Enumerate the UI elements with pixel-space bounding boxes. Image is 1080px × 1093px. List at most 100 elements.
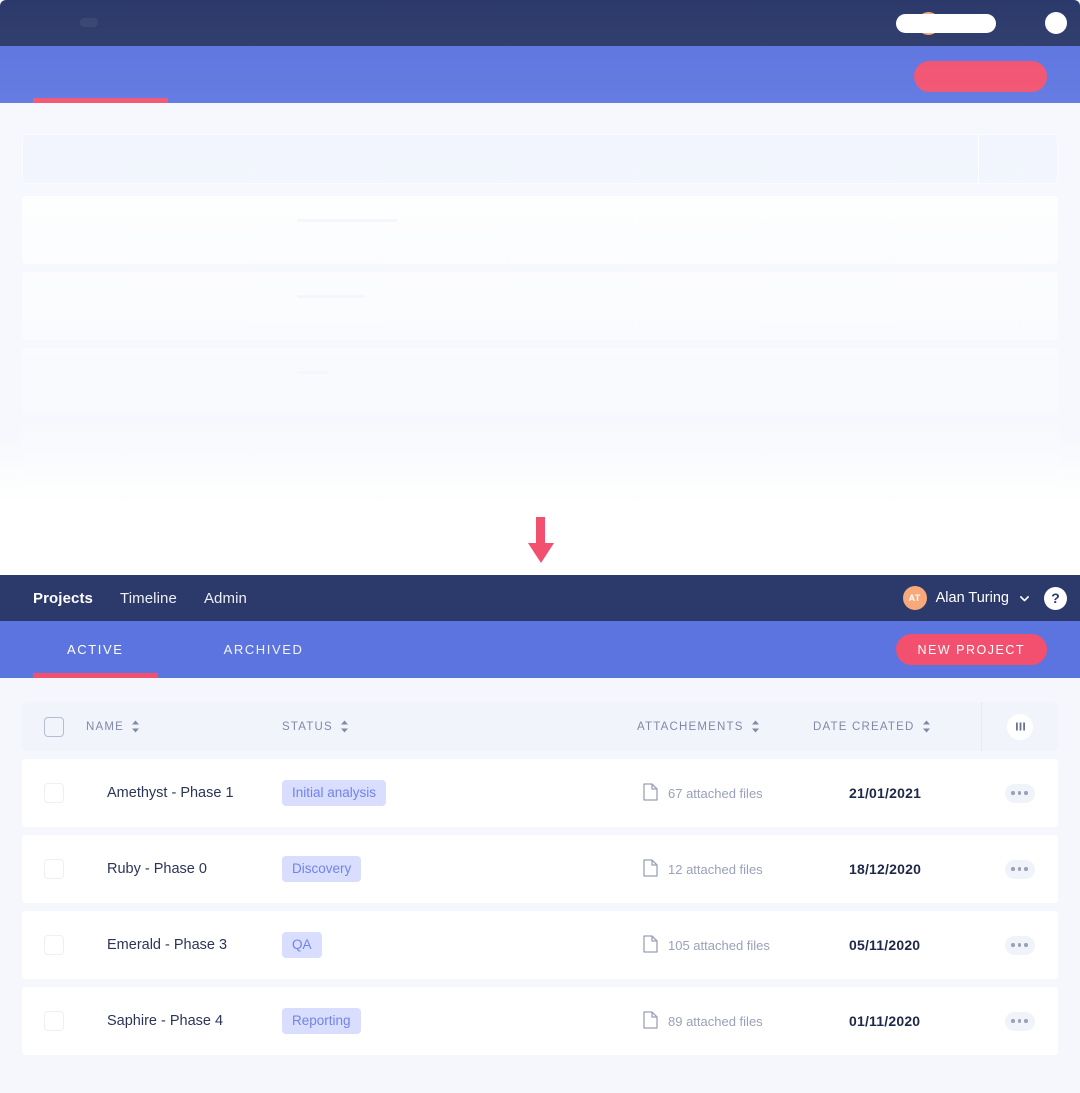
user-menu[interactable]: AT Alan Turing — [902, 586, 1031, 610]
skeleton-table-row — [22, 196, 1058, 264]
file-icon — [643, 1010, 658, 1032]
table-header-row: NAME STATUS ATTACHEMENTS DATE CREATED — [22, 702, 1058, 751]
skeleton-logo — [80, 18, 98, 27]
cell-attachments: 67 attached files — [637, 782, 813, 804]
primary-nav: Projects Timeline Admin — [33, 590, 247, 607]
skeleton-subnav — [0, 46, 1080, 103]
row-actions-cell — [981, 769, 1058, 818]
top-navbar: Projects Timeline Admin AT Alan Turing ? — [0, 575, 1080, 621]
new-project-button[interactable]: NEW PROJECT — [895, 634, 1047, 665]
column-header-status[interactable]: STATUS — [282, 720, 637, 733]
row-checkbox[interactable] — [44, 859, 64, 879]
cell-status: Discovery — [282, 856, 637, 882]
sub-tabs: ACTIVE ARCHIVED — [0, 621, 338, 678]
skeleton-line — [297, 219, 397, 222]
cell-date-created: 18/12/2020 — [849, 861, 922, 877]
cell-status: Initial analysis — [282, 780, 637, 806]
row-more-options-icon[interactable] — [1004, 1011, 1035, 1031]
table-row[interactable]: Saphire - Phase 4 Reporting 89 attached … — [22, 987, 1058, 1055]
navbar-right: AT Alan Turing ? — [902, 586, 1067, 610]
sub-navbar: ACTIVE ARCHIVED NEW PROJECT — [0, 621, 1080, 678]
column-header-name[interactable]: NAME — [86, 720, 282, 733]
projects-table: NAME STATUS ATTACHEMENTS DATE CREATED Am… — [0, 678, 1080, 1055]
nav-link-projects[interactable]: Projects — [33, 590, 93, 607]
row-select-cell — [22, 783, 86, 803]
cell-project-name: Amethyst - Phase 1 — [107, 785, 234, 801]
skeleton-navbar — [0, 0, 1080, 46]
row-actions-cell — [981, 997, 1058, 1046]
cell-attachments: 89 attached files — [637, 1010, 813, 1032]
skeleton-header-tail — [979, 135, 1057, 183]
cell-attachments: 105 attached files — [637, 934, 813, 956]
status-badge: QA — [282, 932, 322, 958]
select-all-checkbox[interactable] — [44, 716, 64, 737]
attachments-label: 67 attached files — [668, 785, 763, 801]
row-more-options-icon[interactable] — [1004, 783, 1035, 803]
attachments-label: 89 attached files — [668, 1013, 763, 1029]
status-badge: Initial analysis — [282, 780, 387, 806]
column-header-attachments[interactable]: ATTACHEMENTS — [637, 720, 813, 733]
file-icon — [643, 934, 658, 956]
column-header-date-created[interactable]: DATE CREATED — [813, 720, 981, 733]
page-root: Projects Timeline Admin AT Alan Turing ?… — [0, 0, 1080, 1093]
sort-icon[interactable] — [922, 720, 931, 733]
column-header-date-created-label: DATE CREATED — [813, 720, 915, 733]
tab-active[interactable]: ACTIVE — [33, 621, 158, 678]
attachments-label: 105 attached files — [668, 937, 770, 953]
column-settings-cell — [981, 702, 1058, 751]
row-more-options-icon[interactable] — [1004, 859, 1035, 879]
table-row[interactable]: Emerald - Phase 3 QA 105 attached files … — [22, 911, 1058, 979]
sort-icon[interactable] — [340, 720, 349, 733]
arrow-shaft — [536, 517, 545, 545]
skeleton-preview-section — [0, 0, 1080, 505]
status-badge: Reporting — [282, 1008, 361, 1034]
skeleton-new-project-button — [914, 61, 1047, 92]
row-actions-cell — [981, 845, 1058, 894]
cell-project-name: Saphire - Phase 4 — [107, 1013, 224, 1029]
arrow-head — [528, 543, 554, 563]
arrow-down-icon — [523, 517, 557, 563]
columns-settings-icon[interactable] — [1007, 713, 1033, 740]
file-icon — [643, 858, 658, 880]
cell-attachments: 12 attached files — [637, 858, 813, 880]
row-select-cell — [22, 859, 86, 879]
column-header-name-label: NAME — [86, 720, 125, 733]
avatar: AT — [902, 586, 927, 610]
column-header-attachments-label: ATTACHEMENTS — [637, 720, 744, 733]
row-checkbox[interactable] — [44, 783, 64, 803]
skeleton-table-header — [22, 134, 1058, 184]
nav-link-admin[interactable]: Admin — [204, 590, 247, 607]
skeleton-table-row — [22, 272, 1058, 340]
cell-project-name: Ruby - Phase 0 — [107, 861, 207, 877]
skeleton-line — [297, 295, 365, 298]
select-all-cell — [22, 716, 86, 737]
attachments-label: 12 attached files — [668, 861, 763, 877]
sort-icon[interactable] — [131, 720, 140, 733]
sort-icon[interactable] — [751, 720, 760, 733]
cell-status: QA — [282, 932, 637, 958]
status-badge: Discovery — [282, 856, 362, 882]
help-icon[interactable]: ? — [1044, 586, 1067, 610]
column-header-status-label: STATUS — [282, 720, 333, 733]
cell-project-name: Emerald - Phase 3 — [107, 937, 228, 953]
skeleton-help-icon — [1045, 12, 1067, 34]
row-select-cell — [22, 935, 86, 955]
skeleton-username-placeholder — [896, 14, 996, 33]
skeleton-line — [297, 371, 329, 374]
chevron-down-icon — [1018, 592, 1031, 605]
file-icon — [643, 782, 658, 804]
table-row[interactable]: Amethyst - Phase 1 Initial analysis 67 a… — [22, 759, 1058, 827]
skeleton-table — [0, 103, 1080, 492]
row-more-options-icon[interactable] — [1004, 935, 1035, 955]
annotation-arrow-zone — [0, 505, 1080, 575]
user-name-label: Alan Turing — [935, 590, 1009, 606]
table-row[interactable]: Ruby - Phase 0 Discovery 12 attached fil… — [22, 835, 1058, 903]
tab-archived[interactable]: ARCHIVED — [190, 621, 338, 678]
row-actions-cell — [981, 921, 1058, 970]
cell-date-created: 21/01/2021 — [849, 785, 922, 801]
skeleton-header-main — [23, 135, 979, 183]
nav-link-timeline[interactable]: Timeline — [120, 590, 177, 607]
row-select-cell — [22, 1011, 86, 1031]
row-checkbox[interactable] — [44, 935, 64, 955]
row-checkbox[interactable] — [44, 1011, 64, 1031]
